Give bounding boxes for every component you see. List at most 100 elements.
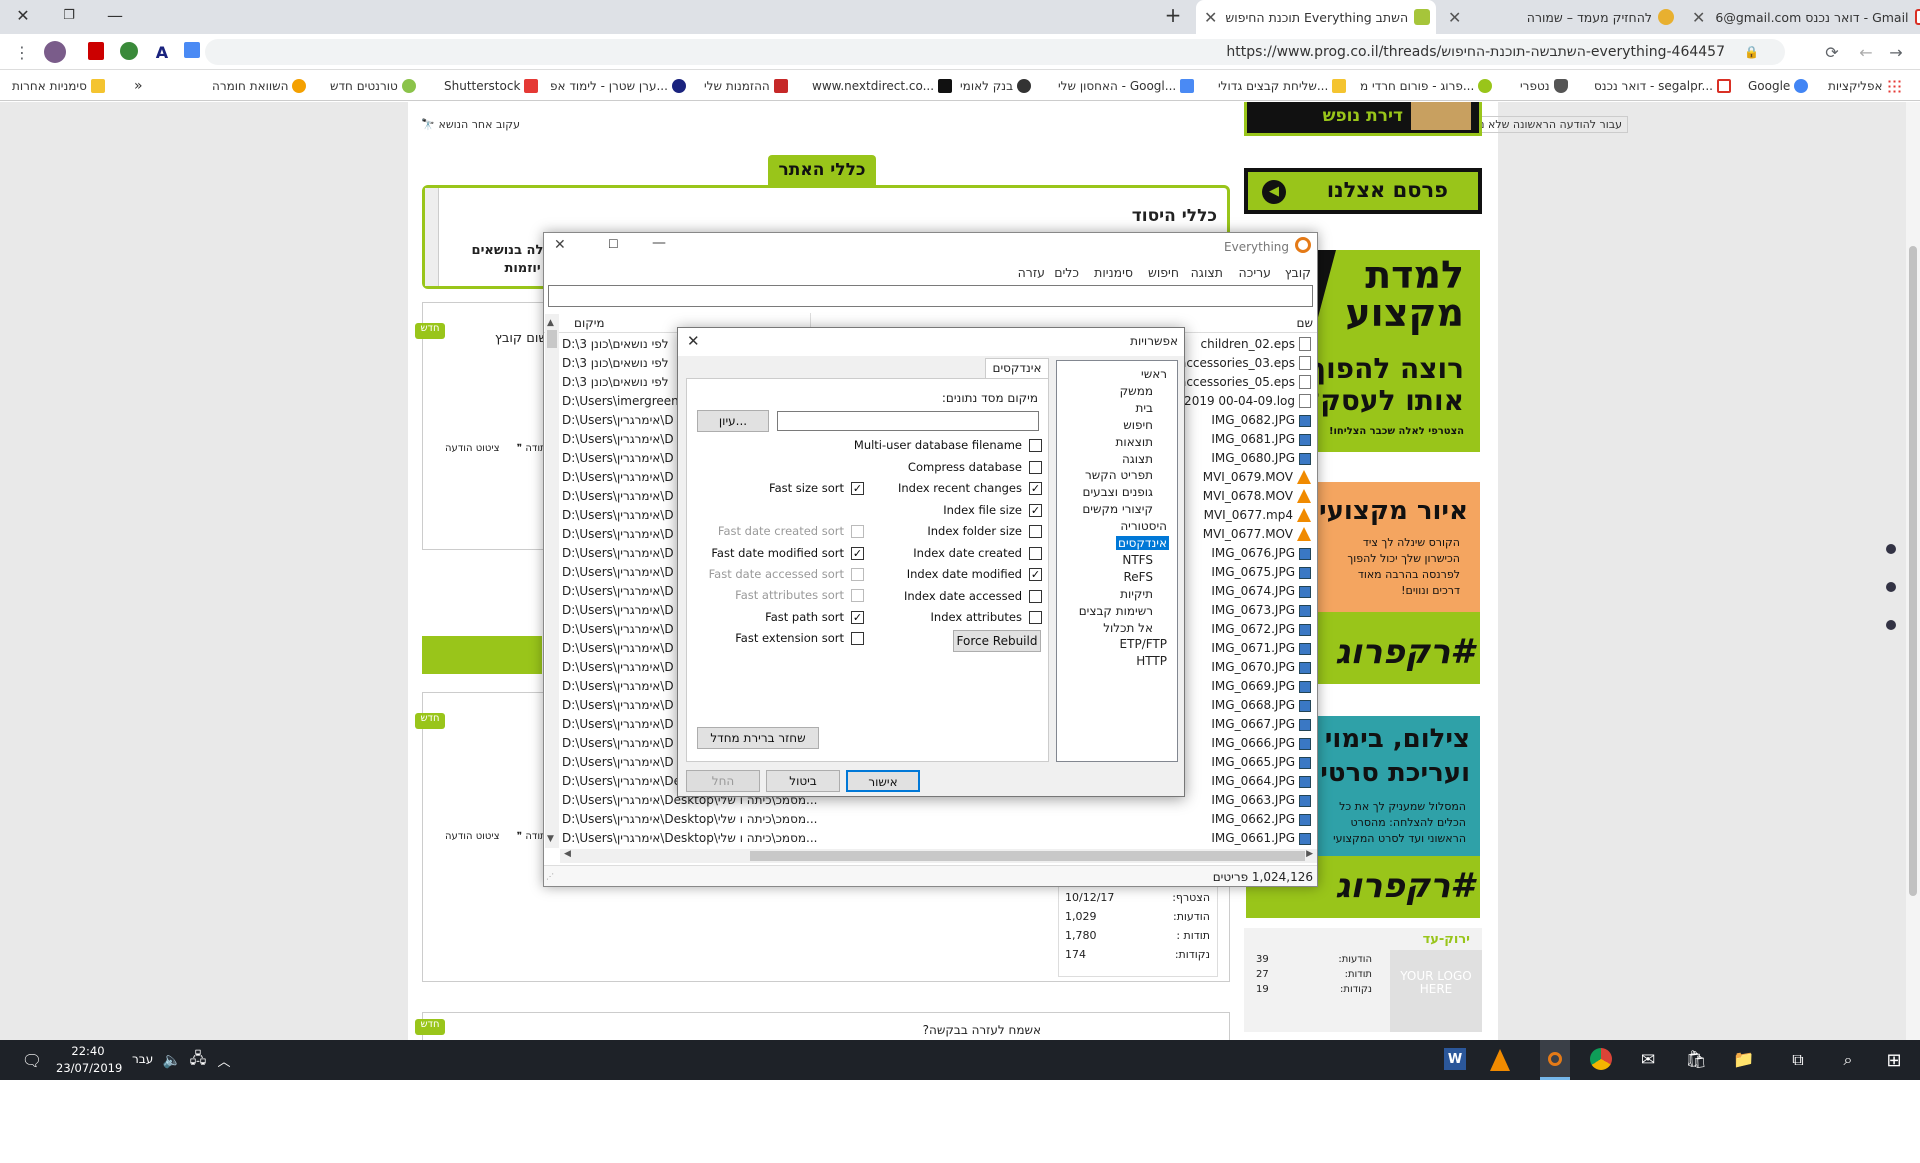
- results-vscrollbar[interactable]: ▲ ▼: [545, 314, 559, 848]
- volume-icon[interactable]: 🔈: [160, 1048, 184, 1072]
- bookmark-other[interactable]: סימניות אחרות: [12, 77, 109, 95]
- checkbox[interactable]: [1029, 439, 1042, 452]
- close-icon[interactable]: ✕: [554, 237, 566, 253]
- bookmark-wetransfer[interactable]: שליחת קבצים גדולי...: [1218, 77, 1350, 95]
- cancel-button[interactable]: ביטול: [766, 770, 840, 792]
- bookmark-hardware[interactable]: השוואת חומרה: [212, 77, 310, 95]
- scroll-right-icon[interactable]: ▶: [1306, 849, 1313, 859]
- scrollbar-thumb[interactable]: [547, 330, 557, 348]
- scrollbar-thumb[interactable]: [750, 851, 1305, 861]
- tree-item[interactable]: ראשי: [1139, 367, 1169, 381]
- menu-search[interactable]: חיפוש: [1148, 265, 1179, 280]
- language-indicator[interactable]: עבר: [132, 1052, 153, 1066]
- tab-gmail[interactable]: ✕ 6@gmail.com דואר נכנס - Gmail: [1684, 0, 1920, 34]
- bookmark-torrents[interactable]: טורנטים חדש: [330, 77, 420, 95]
- tree-item[interactable]: HTTP: [1134, 654, 1169, 668]
- bookmark-nextdirect[interactable]: www.nextdirect.co...: [812, 77, 956, 95]
- checkbox[interactable]: [1029, 546, 1042, 560]
- menu-help[interactable]: עזרה: [1018, 265, 1045, 280]
- scroll-up-icon[interactable]: ▲: [547, 318, 554, 328]
- scrollbar-thumb[interactable]: [1909, 246, 1917, 896]
- chrome-icon[interactable]: [1590, 1048, 1612, 1070]
- tree-item[interactable]: קיצורי מקשים: [1080, 502, 1155, 516]
- task-view-icon[interactable]: ⧉: [1786, 1048, 1810, 1072]
- apply-button[interactable]: החל: [686, 770, 760, 792]
- word-icon[interactable]: W: [1444, 1048, 1466, 1070]
- dot-icon[interactable]: [1886, 544, 1896, 554]
- db-location-input[interactable]: [777, 411, 1039, 431]
- page-scrollbar[interactable]: [1906, 102, 1920, 1040]
- checkbox[interactable]: [851, 568, 864, 581]
- checkbox[interactable]: [851, 589, 864, 602]
- quote-button[interactable]: ציטוט הודעה: [445, 831, 500, 842]
- tree-item[interactable]: ממשק: [1118, 384, 1155, 398]
- ok-button[interactable]: אישור: [846, 770, 920, 792]
- store-icon[interactable]: 🛍: [1684, 1048, 1708, 1072]
- tree-item[interactable]: אל תכלול: [1101, 621, 1155, 635]
- menu-view[interactable]: תצוגה: [1191, 265, 1223, 280]
- file-explorer-icon[interactable]: 📁: [1732, 1048, 1756, 1072]
- menu-bookmarks[interactable]: סימניות: [1094, 265, 1133, 280]
- tree-item[interactable]: בית: [1133, 401, 1155, 415]
- column-path-header[interactable]: מיקום: [574, 316, 605, 330]
- bookmark-orders[interactable]: ההזמנות שלי: [704, 77, 792, 95]
- notifications-icon[interactable]: 🗨: [20, 1048, 44, 1072]
- close-icon[interactable]: ✕: [687, 332, 700, 350]
- scroll-left-icon[interactable]: ◀: [564, 849, 571, 859]
- dot-icon[interactable]: [1886, 620, 1896, 630]
- close-tab-icon[interactable]: ✕: [1448, 8, 1461, 27]
- advertise-banner[interactable]: פרסם אצלנו ◀: [1244, 168, 1482, 214]
- search-input[interactable]: [548, 285, 1313, 307]
- checkbox[interactable]: [1029, 525, 1042, 538]
- forward-icon[interactable]: ←: [1856, 42, 1876, 62]
- search-icon[interactable]: ⌕: [1836, 1048, 1860, 1072]
- network-icon[interactable]: 🖧: [186, 1048, 210, 1072]
- back-icon[interactable]: →: [1886, 42, 1906, 62]
- tree-item[interactable]: אינדקסים: [1115, 536, 1169, 550]
- close-window-button[interactable]: ✕: [0, 0, 46, 30]
- checkbox[interactable]: [1029, 589, 1042, 603]
- vacation-ad[interactable]: דירת נופש: [1244, 102, 1482, 136]
- restore-defaults-button[interactable]: שחזר ברירת מחדל: [697, 727, 819, 749]
- site-rules-tab[interactable]: כללי האתר: [768, 155, 876, 185]
- profile-avatar[interactable]: [44, 41, 66, 63]
- checkbox[interactable]: ✓: [1029, 482, 1042, 495]
- checkbox[interactable]: ✓: [1029, 503, 1042, 517]
- tree-item[interactable]: ReFS: [1122, 570, 1156, 584]
- bookmark-gdrive[interactable]: האחסון שלי - Googl...: [1058, 77, 1198, 95]
- everything-titlebar[interactable]: ✕ ☐ — Everything: [544, 233, 1317, 261]
- checkbox[interactable]: ✓: [851, 611, 864, 624]
- close-tab-icon[interactable]: ✕: [1692, 8, 1705, 27]
- table-row[interactable]: D:\Users\אימרגרין\Desktop\מסמכ\כיתה ו של…: [560, 829, 1315, 848]
- extension-icon[interactable]: [120, 42, 138, 60]
- menu-kebab-icon[interactable]: ⋮: [12, 42, 32, 62]
- tree-item[interactable]: חיפוש: [1121, 418, 1155, 432]
- tree-item[interactable]: היסטוריה: [1118, 519, 1169, 533]
- bookmark-leumi[interactable]: בנק לאומי: [960, 77, 1035, 95]
- checkbox[interactable]: [851, 525, 864, 538]
- bookmark-shutterstock[interactable]: Shutterstock: [444, 77, 542, 95]
- new-tab-button[interactable]: +: [1150, 0, 1196, 30]
- tray-chevron-icon[interactable]: ︿: [212, 1048, 236, 1072]
- checkbox[interactable]: ✓: [851, 547, 864, 560]
- tab-shmura[interactable]: ✕ להחזיק מעמד – שמורה: [1440, 0, 1680, 34]
- table-row[interactable]: D:\Users\אימרגרין\Desktop\מסמכ\כיתה ו של…: [560, 810, 1315, 829]
- checkbox[interactable]: ✓: [1029, 568, 1042, 581]
- dot-icon[interactable]: [1886, 582, 1896, 592]
- menu-file[interactable]: קובץ: [1285, 265, 1311, 280]
- tree-item[interactable]: NTFS: [1120, 553, 1155, 567]
- translate-extension-icon[interactable]: [184, 42, 200, 58]
- tree-item[interactable]: גופנים וצבעים: [1081, 485, 1155, 499]
- tab-indexes[interactable]: אינדקסים: [985, 358, 1049, 378]
- bookmarks-overflow[interactable]: »: [134, 77, 143, 95]
- menu-tools[interactable]: כלים: [1054, 265, 1079, 280]
- restore-window-button[interactable]: ❐: [46, 0, 92, 30]
- follow-thread-link[interactable]: עקוב אחר הנושא 🔭: [420, 118, 520, 131]
- force-rebuild-button[interactable]: Force Rebuild: [953, 630, 1041, 652]
- bookmark-eran[interactable]: ערן שטרן - לימוד אפ...: [550, 77, 690, 95]
- reload-icon[interactable]: ⟳: [1822, 42, 1842, 62]
- checkbox[interactable]: [851, 632, 864, 645]
- checkbox[interactable]: [1029, 611, 1042, 624]
- tab-everything[interactable]: ✕ תוכנת החיפוש Everything השתב: [1196, 0, 1436, 34]
- results-hscrollbar[interactable]: ◀ ▶: [560, 849, 1317, 863]
